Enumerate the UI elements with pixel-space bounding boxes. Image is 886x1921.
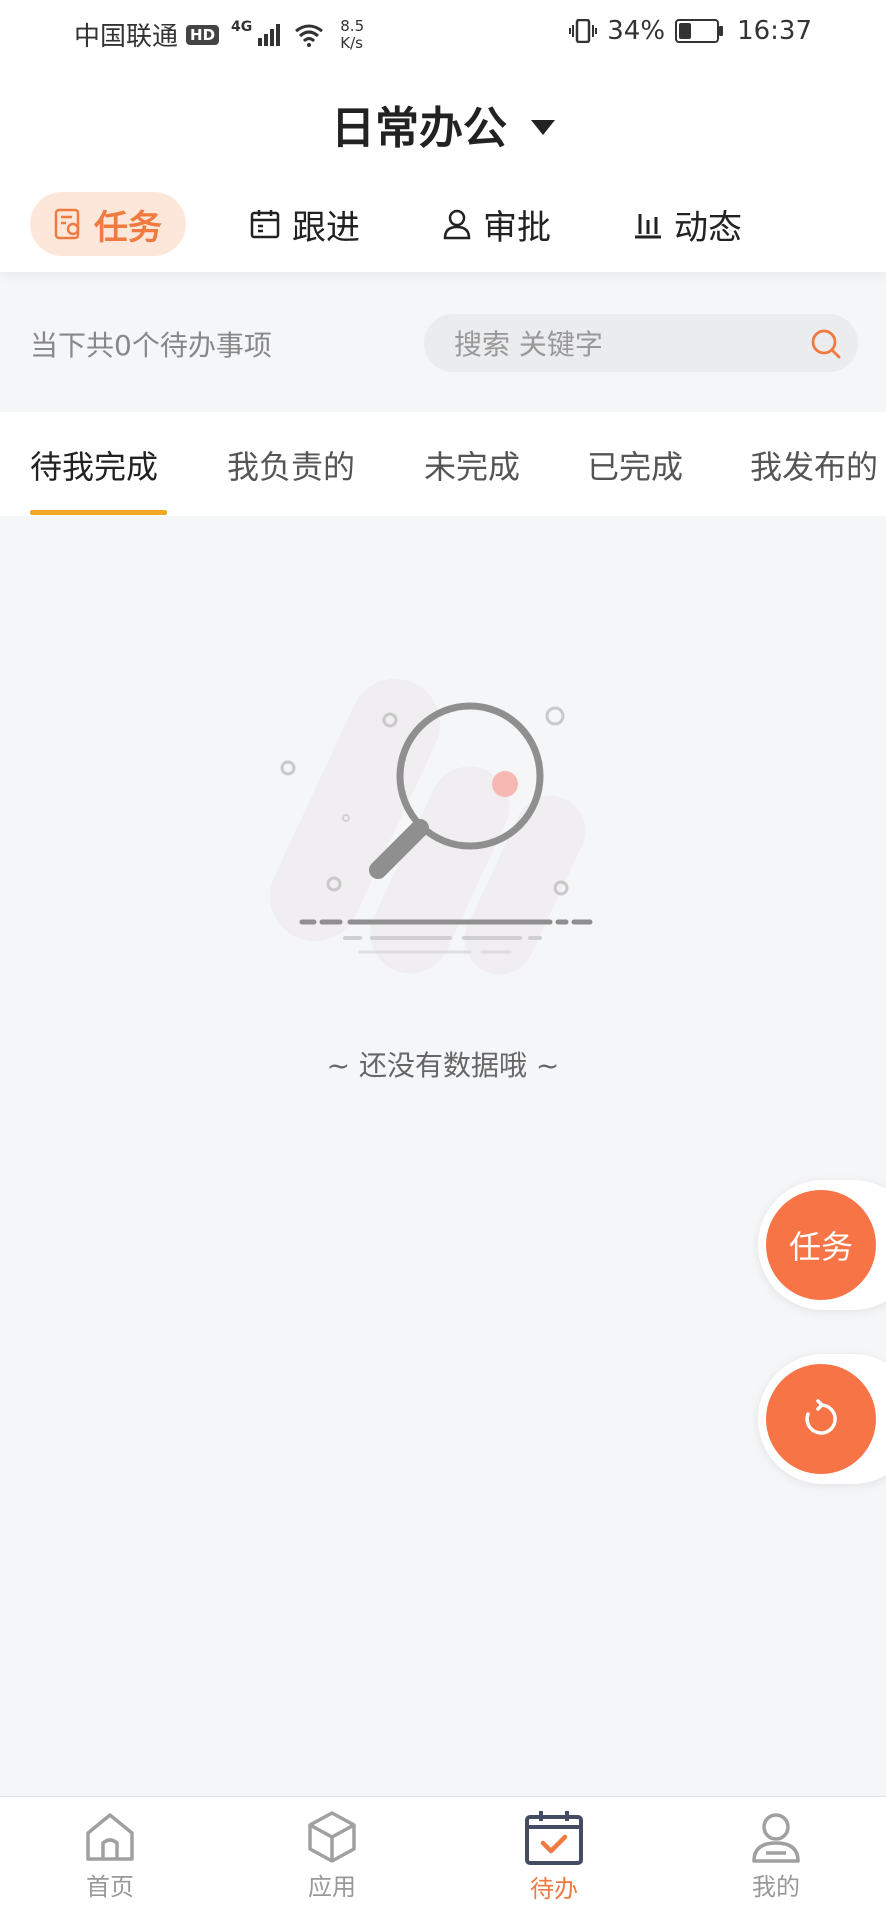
battery-percent: 34% bbox=[607, 16, 666, 46]
empty-state-text: ~ 还没有数据哦 ~ bbox=[326, 1049, 560, 1082]
signal-icon bbox=[258, 23, 281, 46]
nav-todo[interactable]: 待办 bbox=[494, 1809, 614, 1904]
active-tab-indicator bbox=[30, 510, 167, 515]
wifi-icon bbox=[295, 24, 324, 47]
fab-task-wrapper: 任务 bbox=[758, 1180, 886, 1310]
fab-refresh-wrapper bbox=[758, 1354, 886, 1484]
tab-approval-label: 审批 bbox=[483, 207, 551, 248]
tab-task-label: 任务 bbox=[94, 207, 162, 248]
search-input[interactable] bbox=[452, 314, 796, 374]
filter-tab-completed[interactable]: 已完成 bbox=[587, 442, 683, 488]
page-title: 日常办公 bbox=[331, 103, 507, 154]
network-speed: 8.5 K/s bbox=[340, 16, 365, 52]
task-doc-icon bbox=[54, 208, 80, 240]
caret-down-icon bbox=[531, 119, 555, 135]
search-box[interactable] bbox=[424, 314, 858, 374]
nav-home-label: 首页 bbox=[86, 1873, 134, 1901]
empty-magnifier-illustration bbox=[269, 678, 593, 975]
home-icon bbox=[86, 1813, 134, 1861]
refresh-icon bbox=[805, 1399, 837, 1435]
nav-apps[interactable]: 应用 bbox=[272, 1809, 392, 1902]
hd-badge: HD bbox=[186, 24, 220, 45]
speed-unit: K/s bbox=[340, 33, 363, 52]
nav-profile[interactable]: 我的 bbox=[716, 1809, 836, 1902]
nav-todo-label: 待办 bbox=[530, 1875, 578, 1903]
carrier-name: 中国联通 bbox=[74, 22, 179, 52]
user-icon bbox=[752, 1813, 800, 1863]
page-title-dropdown[interactable]: 日常办公 bbox=[0, 92, 886, 156]
tab-follow-up[interactable]: 跟进 bbox=[250, 192, 360, 256]
battery-icon bbox=[675, 19, 724, 43]
tab-follow-up-label: 跟进 bbox=[292, 207, 360, 248]
filter-tab-published[interactable]: 我发布的 bbox=[750, 442, 878, 488]
person-approve-icon bbox=[443, 209, 471, 240]
tab-approval[interactable]: 审批 bbox=[441, 192, 551, 256]
bottom-nav-bar: 首页 应用 待办 我的 bbox=[0, 1796, 886, 1921]
nav-profile-label: 我的 bbox=[752, 1873, 800, 1901]
search-icon[interactable] bbox=[810, 328, 842, 360]
nav-home[interactable]: 首页 bbox=[50, 1809, 170, 1902]
calendar-follow-icon bbox=[250, 210, 280, 239]
filter-tab-bar: 待我完成 我负责的 未完成 已完成 我发布的 bbox=[0, 412, 886, 516]
calendar-check-icon bbox=[525, 1811, 583, 1865]
status-left: 中国联通 HD 4G 8.5 K/s bbox=[74, 16, 364, 53]
cube-icon bbox=[308, 1811, 356, 1863]
new-task-button[interactable]: 任务 bbox=[766, 1190, 876, 1300]
tab-activity-label: 动态 bbox=[674, 207, 742, 248]
todo-count-text: 当下共0个待办事项 bbox=[30, 329, 272, 362]
status-bar: 中国联通 HD 4G 8.5 K/s 34% 16:37 bbox=[0, 0, 886, 68]
clock: 16:37 bbox=[737, 16, 812, 46]
speed-value: 8.5 bbox=[340, 16, 365, 35]
refresh-button[interactable] bbox=[766, 1364, 876, 1474]
tab-task[interactable]: 任务 bbox=[30, 192, 186, 256]
filter-tab-incomplete[interactable]: 未完成 bbox=[424, 442, 520, 488]
bar-chart-icon bbox=[635, 214, 661, 239]
network-type: 4G bbox=[231, 18, 253, 35]
filter-tab-mine-to-complete[interactable]: 待我完成 bbox=[30, 442, 158, 488]
vibrate-icon bbox=[569, 19, 598, 43]
nav-apps-label: 应用 bbox=[308, 1873, 356, 1901]
tab-activity[interactable]: 动态 bbox=[632, 192, 742, 256]
filter-tab-responsible[interactable]: 我负责的 bbox=[227, 442, 355, 488]
status-right: 34% 16:37 bbox=[569, 16, 812, 46]
